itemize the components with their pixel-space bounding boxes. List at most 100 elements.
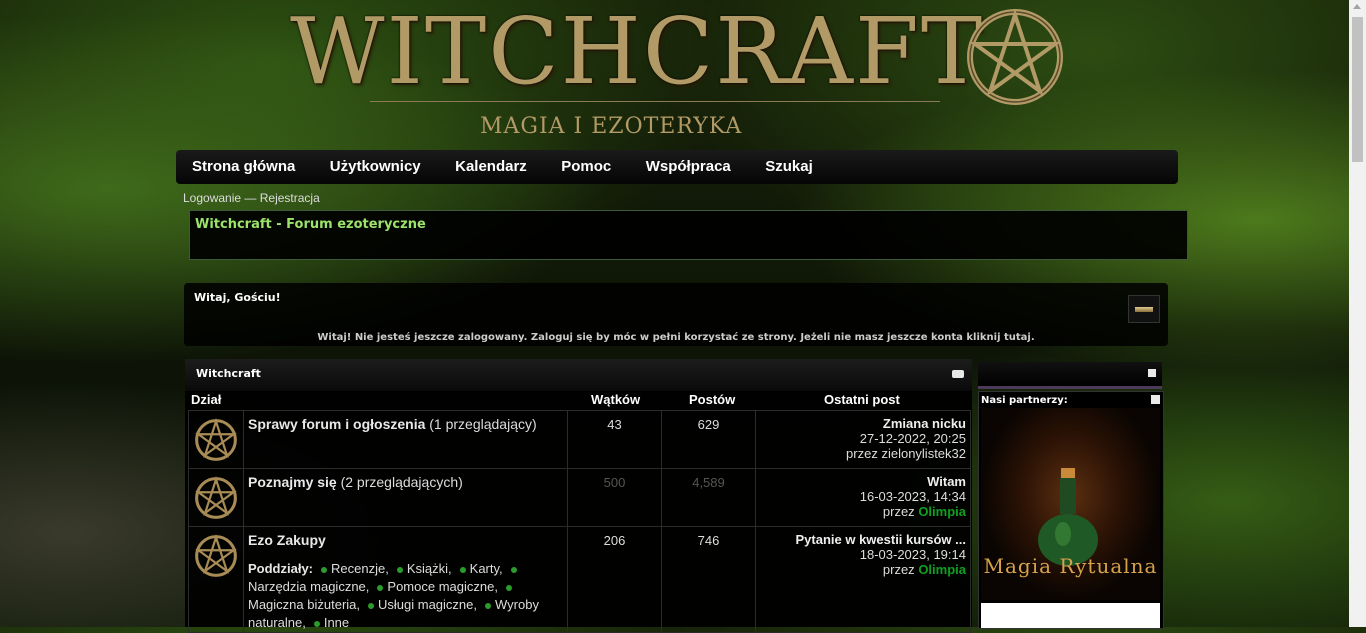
welcome-panel: Witaj, Gościu! Witaj! Nie jesteś jeszcze…: [184, 283, 1168, 346]
nav-search[interactable]: Szukaj: [750, 150, 828, 184]
forum-link[interactable]: Sprawy forum i ogłoszenia: [248, 416, 425, 432]
subforum-bullet-icon: [377, 584, 384, 591]
subforum-bullet-icon: [505, 584, 512, 591]
subforum-link[interactable]: Recenzje: [331, 561, 385, 576]
last-post-title[interactable]: Witam: [927, 474, 966, 489]
col-threads: Wątków: [591, 392, 641, 407]
last-post-date: 18-03-2023, 19:14: [859, 547, 966, 562]
last-post-user[interactable]: Olimpia: [918, 562, 966, 577]
banner-footer: [981, 603, 1160, 628]
last-post-user[interactable]: Olimpia: [918, 504, 966, 519]
welcome-toggle-button[interactable]: [1128, 295, 1160, 323]
col-posts: Postów: [689, 392, 736, 407]
col-last-post: Ostatni post: [824, 392, 900, 407]
forum-link[interactable]: Ezo Zakupy: [248, 532, 326, 548]
scrollbar-thumb[interactable]: [1352, 17, 1363, 162]
nav-users[interactable]: Użytkownicy: [315, 150, 436, 184]
subforum-link[interactable]: Narzędzia magiczne: [248, 579, 366, 594]
threads-count: 206: [567, 526, 662, 633]
site-logo[interactable]: WITCHCRAFT MAGIA I EZOTERYKA: [290, 2, 1070, 142]
sidebar-collapse-icon[interactable]: [1148, 369, 1156, 377]
column-headers: Dział Wątków Postów Ostatni post: [185, 392, 972, 409]
nav-calendar[interactable]: Kalendarz: [440, 150, 542, 184]
logo-subtitle: MAGIA I EZOTERYKA: [480, 114, 743, 139]
forum-row: Poznajmy się (2 przeglądających) 500 4,5…: [188, 468, 971, 527]
forum-title-box: Witchcraft - Forum ezoteryczne: [189, 210, 1188, 260]
sidebar: Nasi partnerzy: Magia Rytualna: [978, 362, 1164, 629]
welcome-heading: Witaj, Gościu!: [194, 291, 281, 304]
forum-name-cell: Sprawy forum i ogłoszenia (1 przeglądają…: [243, 410, 568, 469]
partners-collapse-icon[interactable]: [1151, 395, 1160, 404]
last-post-user[interactable]: zielonylistek32: [881, 446, 966, 461]
last-post-title[interactable]: Zmiana nicku: [883, 416, 966, 431]
subforum-bullet-icon: [510, 566, 517, 573]
minimize-icon: [1135, 307, 1153, 312]
partner-banner[interactable]: Magia Rytualna: [981, 408, 1160, 600]
potion-bottle-icon: [1038, 468, 1098, 566]
subforum-link[interactable]: Książki: [407, 561, 448, 576]
nav-home[interactable]: Strona główna: [176, 150, 310, 184]
subforum-link[interactable]: Karty: [470, 561, 499, 576]
banner-text: Magia Rytualna: [983, 554, 1158, 578]
forum-name-cell: Poznajmy się (2 przeglądających): [243, 468, 568, 527]
auth-links: Logowanie — Rejestracja: [183, 191, 320, 205]
sidebar-header: [978, 362, 1162, 389]
forum-viewers: (1 przeglądający): [429, 416, 537, 432]
subforum-bullet-icon: [368, 602, 375, 609]
nav-help[interactable]: Pomoc: [546, 150, 626, 184]
subforum-bullet-icon: [396, 566, 403, 573]
category-title[interactable]: Witchcraft: [196, 367, 261, 380]
pentagram-icon: [967, 8, 1063, 105]
subforum-link[interactable]: Inne: [324, 615, 349, 630]
last-post-title[interactable]: Pytanie w kwestii kursów ...: [795, 532, 966, 547]
scroll-up-arrow-icon[interactable]: [1353, 4, 1361, 9]
last-post-by: przez: [882, 562, 915, 577]
pentagram-forum-icon: [195, 534, 237, 577]
posts-count: 629: [661, 410, 756, 469]
forum-row: Sprawy forum i ogłoszenia (1 przeglądają…: [188, 410, 971, 469]
subforum-link[interactable]: Magiczna biżuteria: [248, 597, 356, 612]
threads-count: 500: [567, 468, 662, 527]
pentagram-forum-icon: [195, 476, 237, 519]
collapse-icon[interactable]: [952, 370, 964, 378]
pentagram-forum-icon: [195, 418, 237, 461]
forum-link[interactable]: Poznajmy się: [248, 474, 337, 490]
last-post-cell: Witam 16-03-2023, 14:34 przez Olimpia: [755, 468, 971, 527]
forum-icon-cell: [188, 468, 244, 527]
page-scrollbar[interactable]: [1349, 0, 1366, 627]
col-section: Dział: [191, 392, 222, 407]
last-post-cell: Pytanie w kwestii kursów ... 18-03-2023,…: [755, 526, 971, 633]
subforum-bullet-icon: [459, 566, 466, 573]
register-link[interactable]: Rejestracja: [260, 191, 320, 205]
category-header: Witchcraft: [185, 359, 972, 391]
threads-count: 43: [567, 410, 662, 469]
subforum-bullet-icon: [321, 566, 328, 573]
posts-count: 746: [661, 526, 756, 633]
welcome-text[interactable]: Witaj! Nie jesteś jeszcze zalogowany. Za…: [184, 332, 1168, 343]
nav-cooperation[interactable]: Współpraca: [631, 150, 746, 184]
forum-name-cell: Ezo Zakupy Poddziały: Recenzje, Książki, Ka…: [243, 526, 568, 633]
forum-title: Witchcraft - Forum ezoteryczne: [195, 217, 426, 232]
main-nav: Strona główna Użytkownicy Kalendarz Pomo…: [176, 150, 1178, 184]
logo-divider: [370, 101, 940, 102]
last-post-by: przez: [846, 446, 878, 461]
partners-title: Nasi partnerzy:: [981, 395, 1068, 406]
category-panel: Witchcraft Dział Wątków Postów Ostatni p…: [185, 359, 972, 633]
forum-list: Sprawy forum i ogłoszenia (1 przeglądają…: [188, 410, 971, 633]
auth-separator: —: [244, 191, 257, 205]
last-post-cell: Zmiana nicku 27-12-2022, 20:25 przez zie…: [755, 410, 971, 469]
last-post-date: 27-12-2022, 20:25: [859, 431, 966, 446]
subforum-bullet-icon: [313, 620, 320, 627]
subforum-link[interactable]: Usługi magiczne: [378, 597, 473, 612]
forum-icon-cell: [188, 410, 244, 469]
logo-title: WITCHCRAFT: [290, 0, 985, 105]
partners-box: Nasi partnerzy: Magia Rytualna: [978, 391, 1164, 629]
login-link[interactable]: Logowanie: [183, 191, 241, 205]
subforums-label: Poddziały:: [248, 561, 314, 576]
subforums-list: Poddziały: Recenzje, Książki, Karty,Narzędz…: [248, 561, 539, 630]
subforum-link[interactable]: Pomoce magiczne: [387, 579, 494, 594]
posts-count: 4,589: [661, 468, 756, 527]
forum-viewers: (2 przeglądających): [340, 474, 463, 490]
last-post-date: 16-03-2023, 14:34: [859, 489, 966, 504]
forum-row: Ezo Zakupy Poddziały: Recenzje, Książki, Ka…: [188, 526, 971, 633]
